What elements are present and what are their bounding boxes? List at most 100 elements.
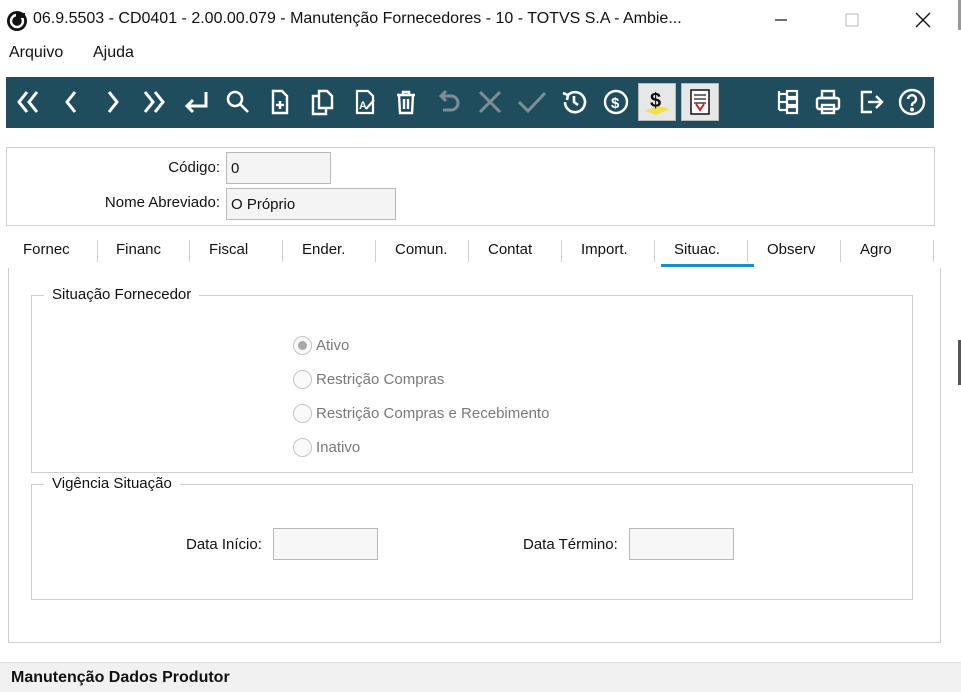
- status-bar: Manutenção Dados Produtor: [0, 662, 961, 692]
- last-record-icon: [143, 91, 165, 113]
- delete-button[interactable]: [387, 83, 425, 121]
- radio-restricao-compras-recebimento[interactable]: Restrição Compras e Recebimento: [293, 404, 549, 423]
- history-icon: [562, 90, 587, 114]
- tab-divider: [189, 240, 190, 262]
- tab-divider: [654, 240, 655, 262]
- goto-icon: [184, 92, 208, 114]
- print-icon: [815, 89, 841, 115]
- minimize-button[interactable]: [758, 2, 804, 38]
- window-title: 06.9.5503 - CD0401 - 2.00.00.079 - Manut…: [33, 10, 682, 27]
- tab-fornec[interactable]: Fornec: [23, 236, 70, 268]
- svg-text:$: $: [611, 95, 620, 112]
- radio-restricao-compras-label: Restrição Compras: [316, 371, 445, 388]
- search-button[interactable]: [219, 83, 257, 121]
- save-icon: [517, 91, 547, 114]
- close-button[interactable]: [900, 2, 946, 38]
- tab-divider: [933, 240, 934, 262]
- edit-record-icon: A: [355, 89, 375, 115]
- report-icon: [690, 89, 710, 115]
- status-text: Manutenção Dados Produtor: [11, 669, 230, 686]
- new-record-button[interactable]: [261, 83, 299, 121]
- tab-divider: [747, 240, 748, 262]
- codigo-field[interactable]: 0: [226, 152, 331, 184]
- radio-restricao-compras[interactable]: Restrição Compras: [293, 370, 444, 389]
- vigencia-situacao-title: Vigência Situação: [44, 475, 180, 492]
- tab-observ[interactable]: Observ: [767, 236, 815, 268]
- money-circle-button[interactable]: $: [597, 83, 635, 121]
- menu-ajuda[interactable]: Ajuda: [93, 44, 134, 62]
- new-record-icon: [271, 89, 289, 115]
- nome-abreviado-field[interactable]: O Próprio: [226, 188, 396, 220]
- report-button[interactable]: [681, 83, 719, 121]
- menu-arquivo[interactable]: Arquivo: [9, 44, 63, 62]
- exit-button[interactable]: [852, 83, 890, 121]
- radio-ativo-label: Ativo: [316, 337, 350, 354]
- data-termino-label: Data Término:: [523, 536, 618, 553]
- radio-button-icon: [293, 404, 312, 423]
- active-tab-indicator: [661, 264, 754, 267]
- copy-record-icon: [311, 89, 334, 116]
- cancel-button[interactable]: [471, 83, 509, 121]
- tab-fiscal[interactable]: Fiscal: [209, 236, 248, 268]
- search-icon: [226, 90, 249, 113]
- previous-record-button[interactable]: [52, 83, 90, 121]
- next-record-icon: [107, 91, 119, 113]
- app-logo-icon: [7, 11, 27, 31]
- codigo-label: Código:: [168, 159, 220, 176]
- data-inicio-label: Data Início:: [186, 536, 262, 553]
- tab-divider: [97, 240, 98, 262]
- tab-divider: [561, 240, 562, 262]
- toolbar: A $ $: [6, 77, 934, 128]
- tab-comun[interactable]: Comun.: [395, 236, 448, 268]
- radio-button-icon: [293, 370, 312, 389]
- first-record-icon: [17, 91, 39, 113]
- tab-divider: [282, 240, 283, 262]
- help-icon: [898, 88, 926, 116]
- money-circle-icon: $: [603, 89, 629, 115]
- history-button[interactable]: [555, 83, 593, 121]
- menu-bar: Arquivo Ajuda: [0, 40, 961, 68]
- dollar-icon: $: [645, 90, 670, 115]
- tab-divider: [840, 240, 841, 262]
- svg-text:$: $: [650, 90, 661, 112]
- save-button[interactable]: [513, 83, 551, 121]
- svg-text:A: A: [359, 100, 367, 112]
- vigencia-situacao-group: Vigência Situação Data Início: Data Térm…: [31, 475, 913, 600]
- tab-ender[interactable]: Ender.: [302, 236, 345, 268]
- last-record-button[interactable]: [134, 83, 172, 121]
- help-button[interactable]: [893, 83, 931, 121]
- tab-agro[interactable]: Agro: [860, 236, 892, 268]
- copy-record-button[interactable]: [303, 83, 341, 121]
- tab-content-situac: Situação Fornecedor Ativo Restrição Comp…: [8, 268, 941, 643]
- data-termino-field[interactable]: [629, 528, 734, 560]
- exit-icon: [860, 90, 884, 114]
- tab-divider: [468, 240, 469, 262]
- print-button[interactable]: [809, 83, 847, 121]
- maximize-button[interactable]: [829, 2, 875, 38]
- goto-button[interactable]: [177, 83, 215, 121]
- tab-financ[interactable]: Financ: [116, 236, 161, 268]
- data-inicio-field[interactable]: [273, 528, 378, 560]
- undo-icon: [438, 89, 460, 112]
- radio-inativo-label: Inativo: [316, 439, 361, 456]
- tree-button[interactable]: [768, 83, 806, 121]
- next-record-button[interactable]: [94, 83, 132, 121]
- situacao-fornecedor-group: Situação Fornecedor Ativo Restrição Comp…: [31, 286, 913, 473]
- undo-button[interactable]: [429, 83, 467, 121]
- maximize-icon: [845, 13, 859, 27]
- close-icon: [915, 12, 931, 28]
- previous-record-icon: [65, 91, 77, 113]
- radio-button-icon: [293, 336, 312, 355]
- edit-record-button[interactable]: A: [346, 83, 384, 121]
- radio-inativo[interactable]: Inativo: [293, 438, 360, 457]
- radio-ativo[interactable]: Ativo: [293, 336, 349, 355]
- nome-abreviado-label: Nome Abreviado:: [104, 194, 220, 211]
- tab-import[interactable]: Import.: [581, 236, 628, 268]
- minimize-icon: [775, 19, 787, 21]
- dollar-button[interactable]: $: [638, 83, 676, 121]
- cancel-icon: [478, 90, 502, 114]
- tab-contat[interactable]: Contat: [488, 236, 532, 268]
- first-record-button[interactable]: [10, 83, 48, 121]
- radio-restricao-compras-recebimento-label: Restrição Compras e Recebimento: [316, 405, 550, 422]
- radio-button-icon: [293, 438, 312, 457]
